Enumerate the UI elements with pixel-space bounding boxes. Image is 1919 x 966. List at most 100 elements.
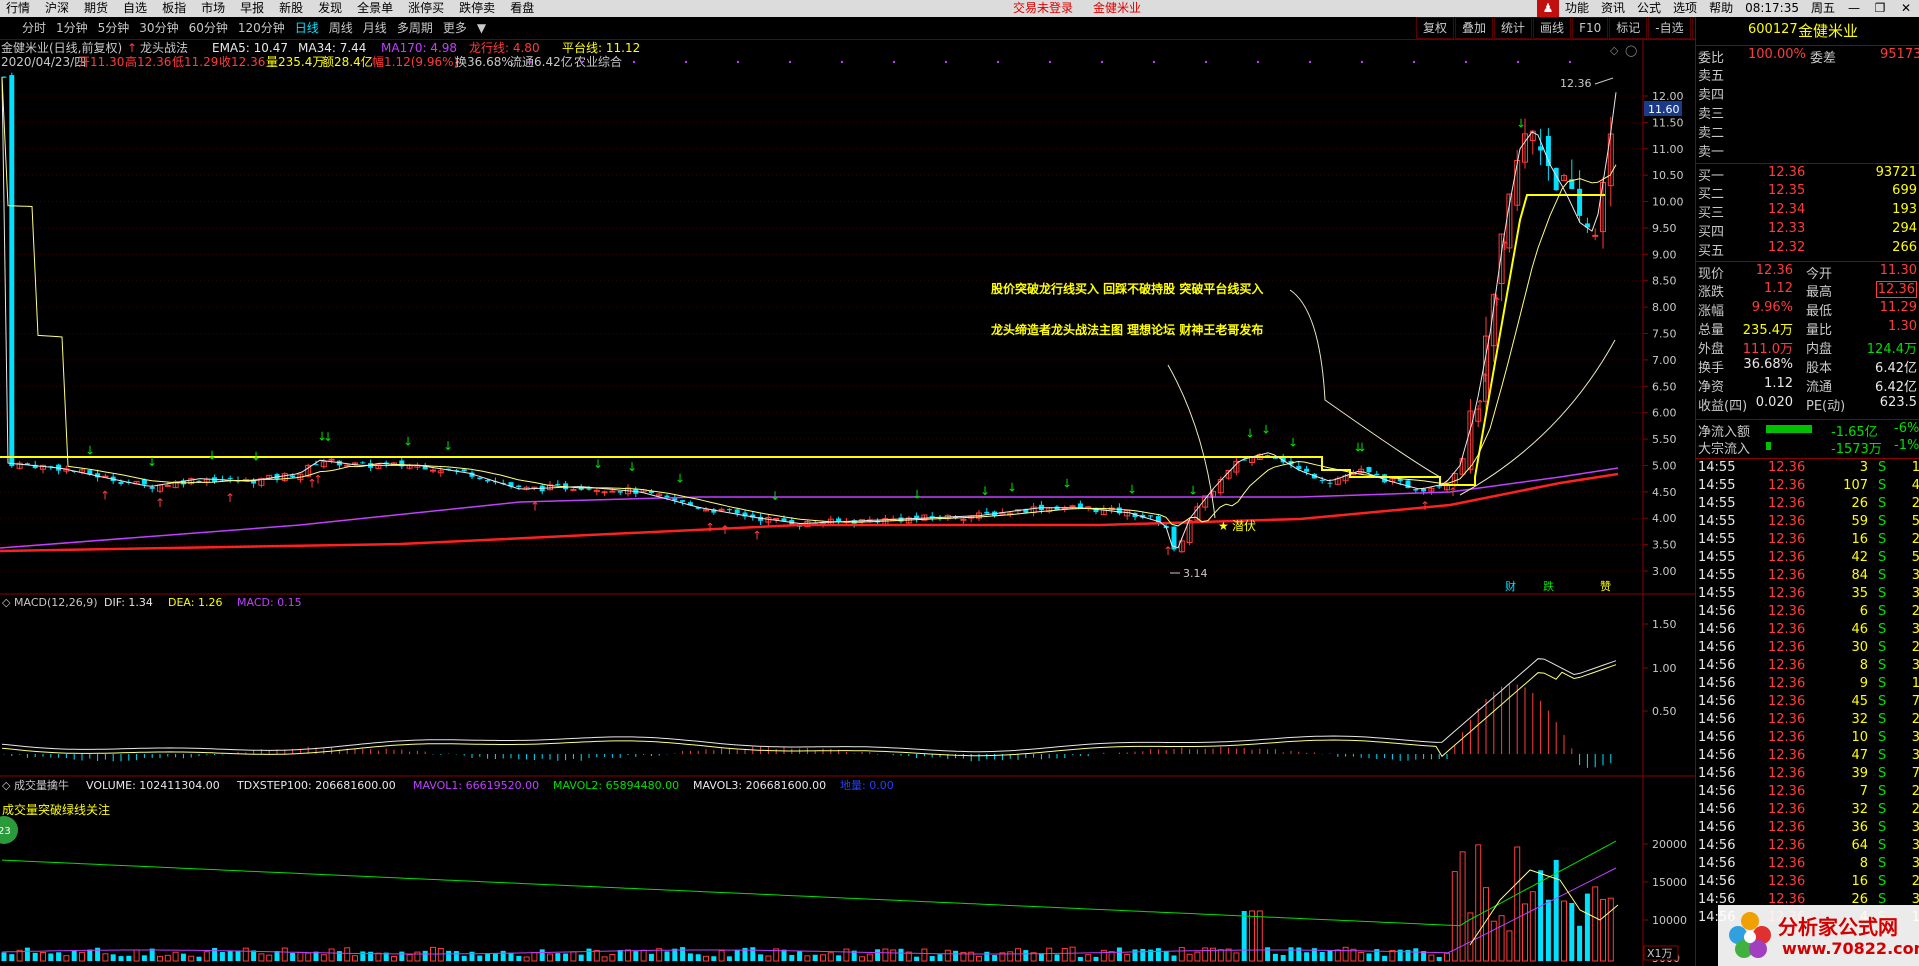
period-120min[interactable]: 120分钟 [233,17,290,39]
menu-item-qihuo[interactable]: 期货 [78,0,117,17]
tool-biaoji-button[interactable]: 标记 [1609,17,1648,39]
candle-body [360,462,366,464]
menu-item-quanjingdan[interactable]: 全景单 [351,0,402,17]
minimize-icon[interactable]: — [1841,0,1867,17]
vol-bar [789,954,795,961]
menu-item-zixuan[interactable]: 自选 [117,0,156,17]
period-fenshi[interactable]: 分时 [0,17,51,39]
tick-time: 14:56 [1698,838,1736,853]
vol-bar [391,955,397,962]
menu-item-kanpan[interactable]: 看盘 [504,0,543,17]
platform-line-value: 平台线: 11.12 [562,40,640,55]
macd-collapse-icon[interactable]: ◇ [2,596,11,609]
candle-body [485,479,491,482]
vol-bar [1319,952,1325,961]
trade-status-alert[interactable]: 交易未登录 [1013,0,1073,17]
menu-item-dietingmai[interactable]: 跌停卖 [453,0,504,17]
tick-time: 14:56 [1698,784,1736,799]
tool-huaxian-button[interactable]: 画线 [1533,17,1572,39]
arrow-up-icon: ↑ [127,41,137,55]
buy-label: 买四 [1698,225,1725,240]
price-axis: 12.0011.5011.0010.5010.009.509.008.508.0… [1643,90,1684,578]
menu-item-hushen[interactable]: 沪深 [39,0,78,17]
tool-f10-button[interactable]: F10 [1572,17,1609,39]
buy-signal-icon: ↑ [155,496,165,510]
chart-settings-icon[interactable]: ◯ [1625,44,1637,57]
menu-item-zaobao[interactable]: 早报 [234,0,273,17]
candle-body [586,488,592,490]
period-1min[interactable]: 1分钟 [51,17,93,39]
vol-bar [812,954,818,961]
buy-row[interactable]: 买五 12.32 266 [1696,239,1919,259]
tag-zan[interactable]: 赞 [1600,580,1611,593]
vol-bar [937,954,943,961]
tool-zixuan-button[interactable]: -自选 [1648,17,1691,39]
period-5min[interactable]: 5分钟 [93,17,135,39]
menu-item-shichang[interactable]: 市场 [195,0,234,17]
menu-item-xingu[interactable]: 新股 [273,0,312,17]
tick-time: 14:56 [1698,658,1736,673]
menu-item-bangzhu[interactable]: 帮助 [1703,0,1739,17]
vol-volume: VOLUME: 102411304.00 [86,779,220,792]
candle-body [718,508,725,511]
menu-item-xuanxiang[interactable]: 选项 [1667,0,1703,17]
tick-count: 2 [1911,712,1919,727]
vol-bar [352,955,358,962]
restore-icon[interactable]: ❐ [1867,0,1893,17]
tool-diejia-button[interactable]: 叠加 [1455,17,1494,39]
bigflow-label: 大宗流入 [1698,442,1751,457]
vol-bar [827,952,834,962]
buy-row[interactable]: 买二 12.35 699 [1696,182,1919,202]
menu-item-gongshi[interactable]: 公式 [1631,0,1667,17]
buy-row[interactable]: 买三 12.34 193 [1696,201,1919,221]
menu-item-banzhi[interactable]: 板指 [156,0,195,17]
top-dot [1152,60,1156,64]
period-60min[interactable]: 60分钟 [184,17,233,39]
vol-bar [48,953,54,961]
menu-item-faxian[interactable]: 发现 [312,0,351,17]
menu-item-gongneng[interactable]: 功能 [1559,0,1595,17]
vol-bar [1358,951,1365,962]
buy-row[interactable]: 买一 12.36 93721 [1696,163,1919,184]
tool-tongji-button[interactable]: 统计 [1494,17,1533,39]
period-daily[interactable]: 日线 [290,17,324,39]
candle-body [601,491,608,494]
buy-row[interactable]: 买四 12.33 294 [1696,220,1919,240]
tag-cai[interactable]: 财 [1505,579,1516,593]
tool-fuquan-button[interactable]: 复权 [1416,17,1455,39]
tick-side: S [1878,514,1887,529]
vol-bar [1085,954,1092,962]
chevron-down-icon[interactable]: ▼ [472,17,491,39]
tick-count: 3 [1911,838,1919,853]
buy-label: 买二 [1698,187,1725,202]
tick-price: 12.36 [1768,838,1806,853]
period-monthly[interactable]: 月线 [358,17,392,39]
user-icon[interactable]: ♟ [1537,0,1559,17]
mavol2-line [1,840,1617,927]
stat-label: 最低 [1806,304,1833,319]
vol-bar [1194,951,1201,962]
period-weekly[interactable]: 周线 [324,17,358,39]
current-stock-name: 金健米业 [1093,1,1142,15]
sell-signal-icon: ↓ [627,460,637,474]
tag-die[interactable]: 跌 [1543,579,1554,593]
vol-bar [219,952,225,961]
tick-time: 14:55 [1698,478,1736,493]
menu-item-zixun[interactable]: 资讯 [1595,0,1631,17]
vol-collapse-icon[interactable]: ◇ [2,779,11,792]
tick-list[interactable]: 14:55 12.36 3 S 1 14:55 12.36 107 S 4 14:55 12.36 26… [1696,458,1919,925]
diamond-icon[interactable]: ◇ [1610,44,1619,57]
vol-diliang: 地量: 0.00 [840,779,894,792]
period-multi[interactable]: 多周期 [392,17,438,39]
tick-row: 14:56 12.36 36 S 3 [1696,819,1919,837]
period-30min[interactable]: 30分钟 [134,17,183,39]
vol-tick-label: 15000 [1652,876,1687,889]
period-more[interactable]: 更多 [438,17,472,39]
close-icon[interactable]: ✕ [1893,0,1919,17]
sell-signal-icon: ↓ [147,455,157,469]
vol-bar [953,950,959,961]
menu-item-hangqing[interactable]: 行情 [0,0,39,17]
tick-side: S [1878,676,1887,691]
kline-chart[interactable]: 金健米业(日线,前复权) ↑ 龙头战法 EMA5: 10.47 MA34: 7.… [0,40,1695,966]
menu-item-zhangtingmai[interactable]: 涨停买 [402,0,453,17]
